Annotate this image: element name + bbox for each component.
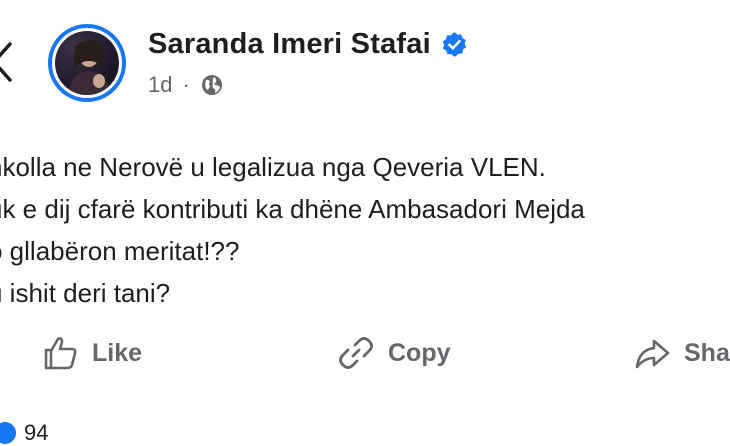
post-text-line: nkolla ne Nerovë u legalizua nga Qeveria…: [0, 152, 546, 182]
copy-link-icon: [339, 337, 373, 369]
share-arrow-icon: [635, 339, 670, 369]
like-label: Like: [92, 338, 143, 367]
copy-label: Copy: [388, 338, 451, 367]
post-text-line: o gllabëron meritat!??: [0, 236, 240, 266]
like-reaction-icon: [0, 422, 16, 444]
post-meta: 1d ·: [148, 72, 224, 98]
author-row: Saranda Imeri Stafai: [148, 28, 468, 61]
post-text-line: u ishit deri tani?: [0, 278, 171, 308]
verified-badge-icon: [442, 32, 467, 57]
meta-separator: ·: [182, 72, 190, 97]
back-chevron-icon[interactable]: [0, 40, 14, 84]
like-button[interactable]: Like: [40, 333, 142, 373]
post-text-line: uk e dij cfarë kontributi ka dhëne Ambas…: [0, 194, 585, 224]
share-label: Sha: [684, 338, 730, 367]
thumbs-up-icon: [44, 337, 77, 370]
author-name[interactable]: Saranda Imeri Stafai: [148, 28, 431, 61]
copy-button[interactable]: Copy: [336, 333, 451, 373]
avatar[interactable]: [48, 24, 126, 102]
globe-icon: [201, 75, 222, 95]
post-body: nkolla ne Nerovë u legalizua nga Qeveria…: [0, 146, 585, 314]
avatar-photo: [55, 31, 119, 95]
reaction-count: 94: [24, 420, 49, 445]
share-button[interactable]: Sha: [632, 333, 730, 373]
reactions-summary[interactable]: 94: [0, 420, 48, 446]
post-timestamp[interactable]: 1d: [148, 72, 172, 98]
